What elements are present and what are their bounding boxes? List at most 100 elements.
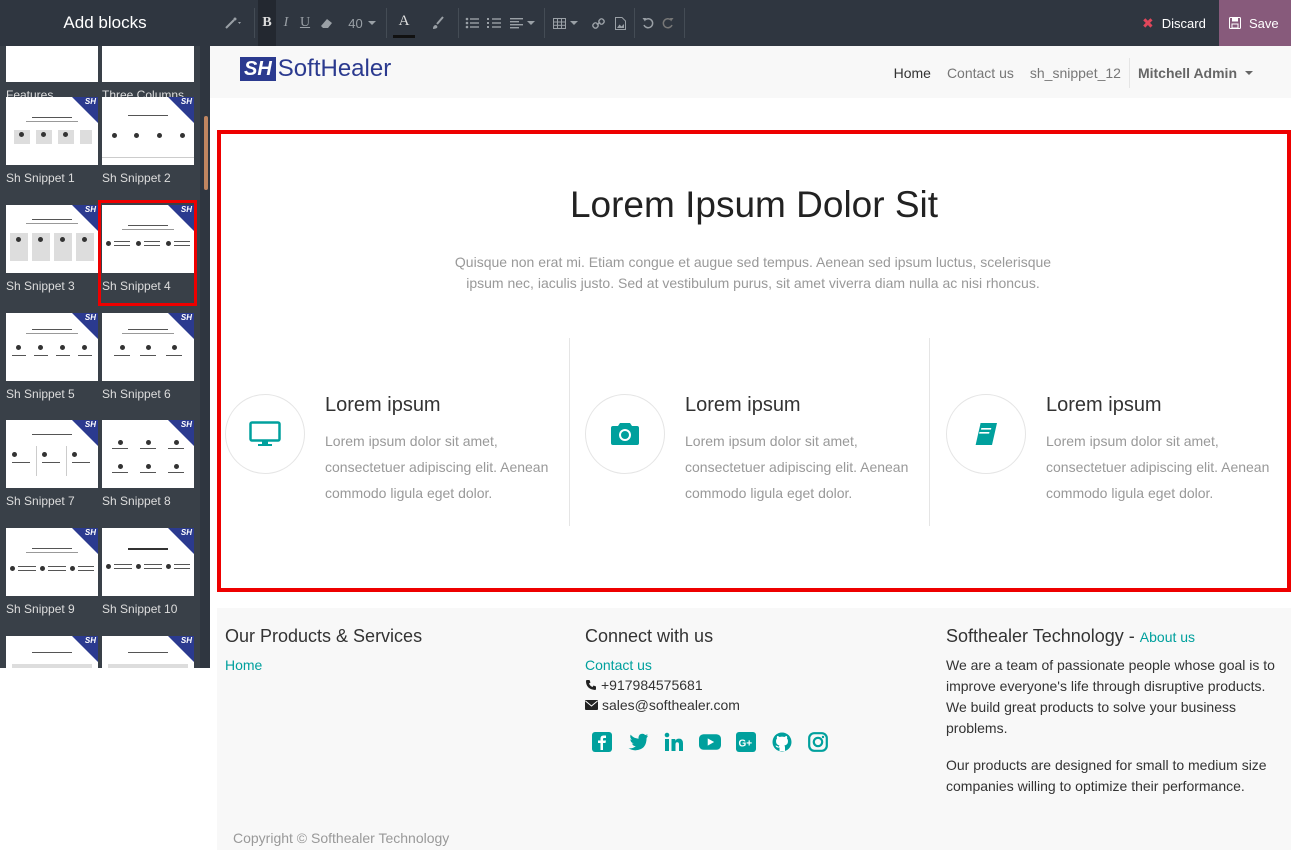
block-sh-snippet-6[interactable]: SH Sh Snippet 6 [102,313,194,401]
footer-about-column: Softhealer Technology - About us We are … [946,626,1282,797]
column-divider [569,338,570,526]
align-dropdown[interactable] [506,0,538,46]
block-sh-snippet-8[interactable]: SH Sh Snippet 8 [102,420,194,508]
eraser-icon [321,19,332,28]
block-sh-snippet-7[interactable]: SH Sh Snippet 7 [6,420,98,508]
instagram-icon[interactable] [807,731,829,753]
about-paragraph-1: We are a team of passionate people whose… [946,657,1275,736]
feature-text[interactable]: Lorem ipsum dolor sit amet, consectetuer… [325,428,565,506]
table-dropdown[interactable] [550,0,580,46]
block-sh-snippet-12[interactable]: SH [102,636,194,668]
feature-title[interactable]: Lorem ipsum [685,394,801,417]
site-footer: Our Products & Services Home Connect wit… [217,608,1291,850]
feature-title[interactable]: Lorem ipsum [1046,394,1162,417]
sidebar-scrollbar-thumb[interactable] [204,116,208,190]
bullet-list-button[interactable] [462,0,482,46]
block-thumbnail: SH [102,313,194,381]
phone-icon [586,680,596,690]
footer-email[interactable]: sales@softhealer.com [585,697,829,713]
block-label: Sh Snippet 5 [6,387,75,401]
feature-column[interactable]: Lorem ipsum Lorem ipsum dolor sit amet, … [946,364,1291,544]
magic-wand-dropdown[interactable] [216,0,250,46]
feature-text[interactable]: Lorem ipsum dolor sit amet, consectetuer… [1046,428,1286,506]
font-color-icon: A [398,12,410,29]
numbered-list-button[interactable] [484,0,504,46]
camera-icon [611,423,639,445]
block-sh-snippet-11[interactable]: SH [6,636,98,668]
nav-sh-snippet-12[interactable]: sh_snippet_12 [1030,65,1121,81]
feature-icon-circle [225,394,305,474]
footer-home-link[interactable]: Home [225,657,422,673]
site-logo[interactable]: SH SoftHealer [240,54,391,84]
github-icon[interactable] [771,731,793,753]
youtube-icon[interactable] [699,731,721,753]
footer-phone: +917984575681 [585,677,829,693]
user-menu[interactable]: Mitchell Admin [1138,65,1253,81]
blocks-list[interactable]: Features Three Columns SH Sh Snippet 1 S… [0,46,200,668]
nav-divider [1128,58,1130,88]
block-thumbnail: SH [6,313,98,381]
website-canvas: SH SoftHealer Home Contact us sh_snippet… [210,46,1291,850]
link-button[interactable] [588,0,608,46]
font-color-button[interactable]: A [392,0,416,46]
underline-button[interactable]: U [296,0,314,46]
eraser-button[interactable] [316,0,338,46]
footer-products-column: Our Products & Services Home [225,626,422,673]
chevron-down-icon [1245,71,1253,75]
block-features[interactable]: Features [6,46,98,102]
italic-button[interactable]: I [278,0,294,46]
nav-contact-us[interactable]: Contact us [947,65,1014,81]
undo-button[interactable] [638,0,658,46]
block-sh-snippet-3[interactable]: SH Sh Snippet 3 [6,205,98,293]
footer-heading: Softhealer Technology - About us [946,626,1282,647]
block-label: Sh Snippet 6 [102,387,171,401]
twitter-icon[interactable] [627,731,649,753]
linkedin-icon[interactable] [663,731,685,753]
feature-column[interactable]: Lorem ipsum Lorem ipsum dolor sit amet, … [225,364,575,544]
block-sh-snippet-10[interactable]: SH Sh Snippet 10 [102,528,194,616]
redo-button[interactable] [658,0,678,46]
block-label: Sh Snippet 8 [102,494,171,508]
align-left-icon [509,17,523,28]
feature-column[interactable]: Lorem ipsum Lorem ipsum dolor sit amet, … [585,364,935,544]
chevron-down-icon [367,21,376,25]
chevron-down-icon [526,21,535,25]
block-thumbnail: SH [102,528,194,596]
close-icon: ✖ [1142,14,1154,31]
image-button[interactable] [610,0,630,46]
floppy-disk-icon [1229,17,1241,29]
column-divider [929,338,930,526]
selected-snippet-section[interactable]: Lorem Ipsum Dolor Sit Quisque non erat m… [217,130,1291,592]
bold-button[interactable]: B [258,0,276,46]
footer-contact-link[interactable]: Contact us [585,657,829,673]
feature-title[interactable]: Lorem ipsum [325,394,441,417]
facebook-icon[interactable] [591,731,613,753]
bullet-list-icon [465,17,479,29]
block-sh-snippet-2[interactable]: SH Sh Snippet 2 [102,97,194,185]
discard-button[interactable]: ✖ Discard [1128,0,1219,46]
block-sh-snippet-1[interactable]: SH Sh Snippet 1 [6,97,98,185]
block-sh-snippet-9[interactable]: SH Sh Snippet 9 [6,528,98,616]
site-header: SH SoftHealer Home Contact us sh_snippet… [210,46,1291,98]
background-color-button[interactable] [426,0,450,46]
footer-heading: Connect with us [585,626,714,646]
section-subtitle[interactable]: Quisque non erat mi. Etiam congue et aug… [443,252,1063,294]
nav-home[interactable]: Home [894,65,931,81]
block-three-columns[interactable]: Three Columns [102,46,194,102]
svg-text:G+: G+ [739,739,753,750]
block-thumbnail: SH [6,636,98,668]
feature-icon-circle [585,394,665,474]
save-button[interactable]: Save [1219,0,1291,46]
section-title[interactable]: Lorem Ipsum Dolor Sit [221,184,1287,226]
footer-connect-column: Connect with us Contact us +917984575681… [585,626,829,753]
paint-brush-icon [433,16,444,29]
feature-text[interactable]: Lorem ipsum dolor sit amet, consectetuer… [685,428,925,506]
block-thumbnail [102,46,194,82]
link-icon [591,17,605,29]
block-sh-snippet-5[interactable]: SH Sh Snippet 5 [6,313,98,401]
block-label: Sh Snippet 1 [6,171,75,185]
about-us-link[interactable]: About us [1140,629,1195,645]
google-plus-icon[interactable]: G+ [735,731,757,753]
font-size-dropdown[interactable]: 40 [346,0,378,46]
block-thumbnail: SH [102,97,194,165]
